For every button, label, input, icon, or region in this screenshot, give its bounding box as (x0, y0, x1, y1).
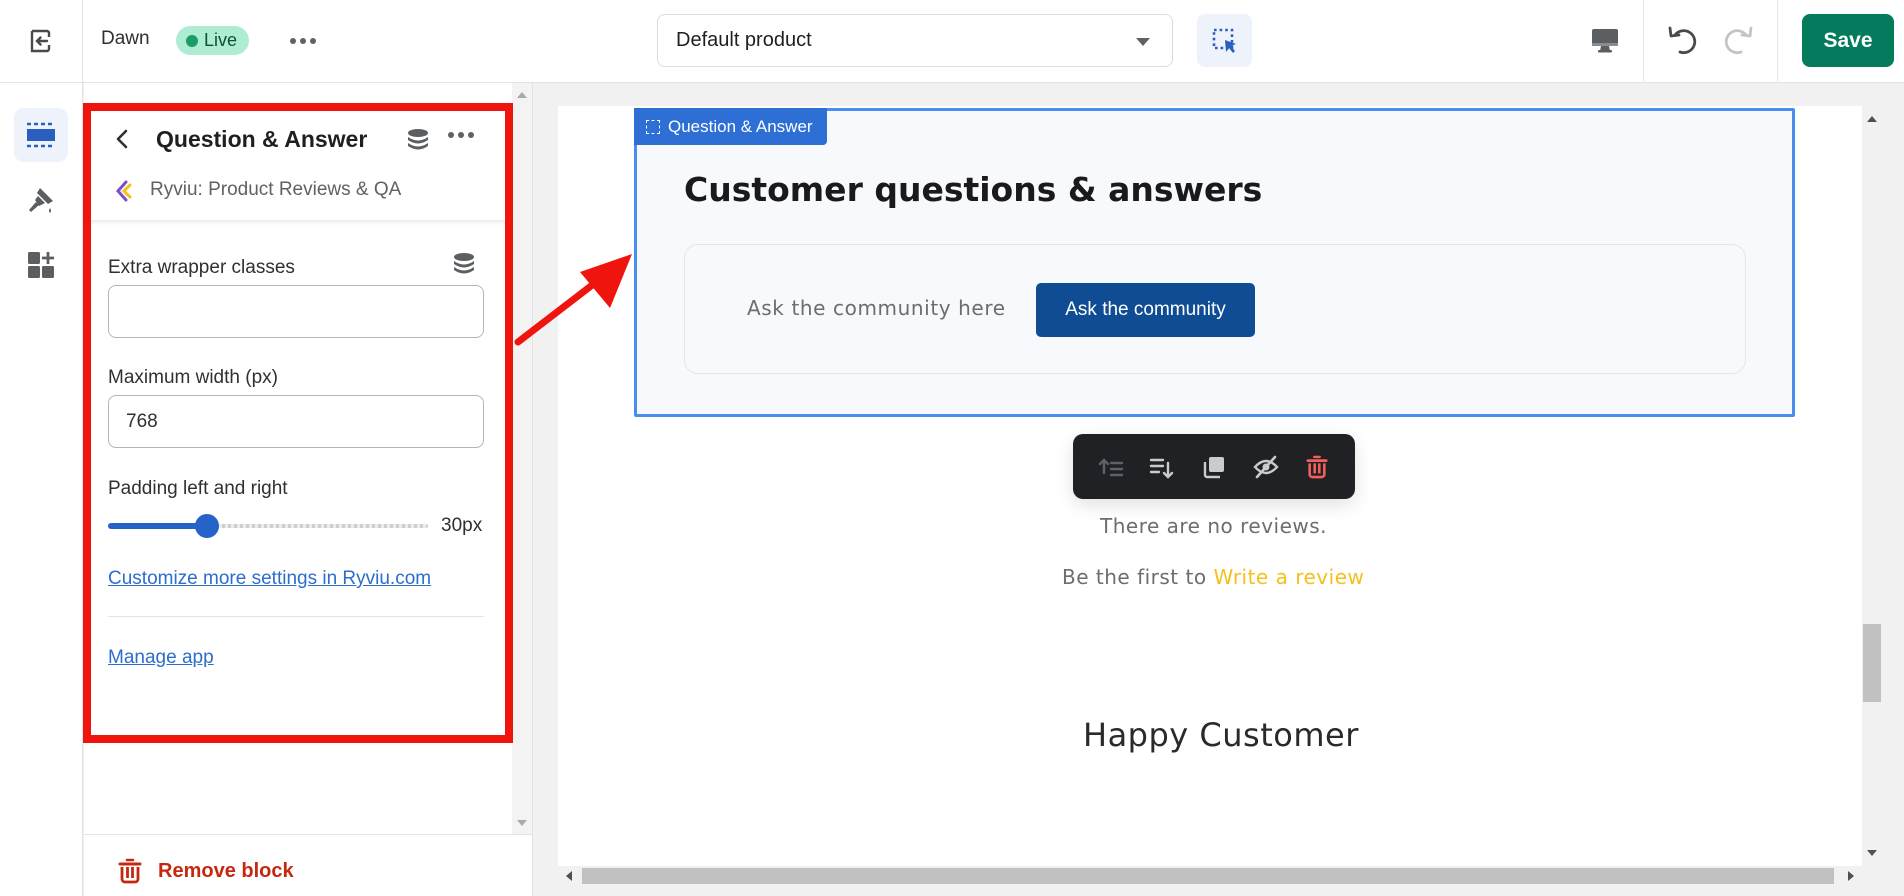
scroll-up-icon[interactable] (517, 92, 527, 98)
preview-horizontal-scrollbar[interactable] (558, 866, 1862, 886)
no-reviews-text: There are no reviews. (1100, 514, 1328, 538)
app-name: Ryviu: Product Reviews & QA (150, 179, 402, 200)
status-badge-label: Live (204, 30, 238, 50)
block-toolbar (1073, 434, 1355, 499)
duplicate-button[interactable] (1194, 447, 1234, 487)
save-button[interactable]: Save (1802, 14, 1894, 67)
scroll-up-icon[interactable] (1867, 116, 1877, 122)
write-review-link[interactable]: Write a review (1213, 565, 1364, 589)
scroll-down-icon[interactable] (1867, 850, 1877, 856)
dot-icon (310, 38, 316, 44)
theme-actions-menu-button[interactable] (288, 28, 318, 54)
dot-icon (448, 132, 454, 138)
trash-icon (1306, 455, 1328, 478)
customize-settings-link[interactable]: Customize more settings in Ryviu.com (108, 568, 431, 590)
undo-button[interactable] (1661, 18, 1705, 62)
apps-add-icon (28, 252, 54, 278)
select-element-icon (1212, 28, 1236, 53)
panel-header (84, 103, 512, 221)
top-bar: Dawn Live Default product Save (0, 0, 1904, 83)
move-up-icon (1098, 457, 1123, 476)
rail-item-sections[interactable] (14, 108, 68, 162)
rail-item-app-embeds[interactable] (14, 238, 68, 292)
exit-editor-button[interactable] (0, 0, 83, 82)
exit-icon (30, 29, 51, 53)
theme-name: Dawn (101, 28, 150, 49)
delete-block-button[interactable] (1297, 447, 1337, 487)
extra-wrapper-classes-label: Extra wrapper classes (108, 257, 295, 278)
panel-scrollbar[interactable] (512, 83, 532, 835)
redo-button[interactable] (1716, 18, 1760, 62)
slider-thumb[interactable] (195, 514, 220, 538)
dynamic-source-button[interactable] (452, 252, 476, 281)
duplicate-icon (1203, 456, 1224, 478)
ask-community-button[interactable]: Ask the community (1036, 283, 1255, 337)
maximum-width-label: Maximum width (px) (108, 367, 278, 388)
divider (1777, 0, 1778, 82)
hide-block-button[interactable] (1246, 447, 1286, 487)
scroll-thumb[interactable] (582, 868, 1834, 884)
desktop-icon (1592, 29, 1618, 53)
dot-icon (458, 132, 464, 138)
chevron-left-icon (116, 129, 128, 149)
scroll-thumb[interactable] (1863, 624, 1881, 702)
remove-block-label: Remove block (158, 859, 294, 882)
scroll-down-icon[interactable] (517, 820, 527, 826)
remove-block-button[interactable]: Remove block (118, 858, 294, 884)
template-select-value: Default product (676, 29, 812, 51)
redo-icon (1724, 26, 1753, 55)
inspector-toggle-button[interactable] (1197, 14, 1252, 67)
divider (108, 616, 484, 617)
scroll-left-icon[interactable] (566, 871, 572, 881)
divider (1643, 0, 1644, 82)
qa-heading: Customer questions & answers (684, 170, 1263, 209)
database-icon (454, 253, 474, 274)
section-heading-happy-customer: Happy Customer (1083, 716, 1359, 754)
undo-icon (1668, 26, 1697, 55)
paintbrush-icon (29, 187, 53, 213)
trash-icon (118, 858, 142, 884)
move-up-button[interactable] (1091, 447, 1131, 487)
dot-icon (468, 132, 474, 138)
left-rail (0, 83, 83, 896)
block-title: Question & Answer (156, 126, 368, 152)
padding-label: Padding left and right (108, 478, 288, 499)
sections-icon (27, 122, 55, 148)
padding-value: 30px (441, 515, 483, 536)
extra-wrapper-classes-input[interactable] (108, 285, 484, 338)
be-first-prefix: Be the first to (1062, 565, 1214, 589)
divider (532, 83, 533, 896)
status-badge: Live (176, 26, 250, 55)
eye-slash-icon (1252, 455, 1279, 478)
ask-prompt: Ask the community here (747, 296, 1006, 320)
caret-down-icon (1136, 38, 1150, 46)
preview-vertical-scrollbar[interactable] (1862, 106, 1882, 866)
maximum-width-input[interactable] (108, 395, 484, 448)
block-tag: Question & Answer (634, 108, 827, 145)
dot-icon (290, 38, 296, 44)
dot-icon (300, 38, 306, 44)
template-select[interactable]: Default product (657, 14, 1173, 67)
rail-item-theme-settings[interactable] (14, 173, 68, 227)
be-first-text: Be the first to Write a review (1062, 565, 1364, 589)
scroll-right-icon[interactable] (1848, 871, 1854, 881)
back-button[interactable] (110, 124, 134, 154)
slider-fill (108, 523, 208, 529)
move-down-button[interactable] (1142, 447, 1182, 487)
block-corners-icon (646, 119, 660, 134)
block-tag-label: Question & Answer (668, 116, 813, 136)
block-more-actions-button[interactable] (448, 132, 474, 138)
ryviu-logo-icon (114, 180, 132, 207)
move-down-icon (1150, 458, 1174, 479)
padding-slider[interactable] (108, 514, 428, 538)
database-icon (408, 129, 428, 150)
manage-app-link[interactable]: Manage app (108, 647, 214, 669)
live-dot-icon (186, 34, 198, 47)
dynamic-source-button[interactable] (406, 128, 430, 157)
desktop-view-button[interactable] (1580, 20, 1630, 62)
